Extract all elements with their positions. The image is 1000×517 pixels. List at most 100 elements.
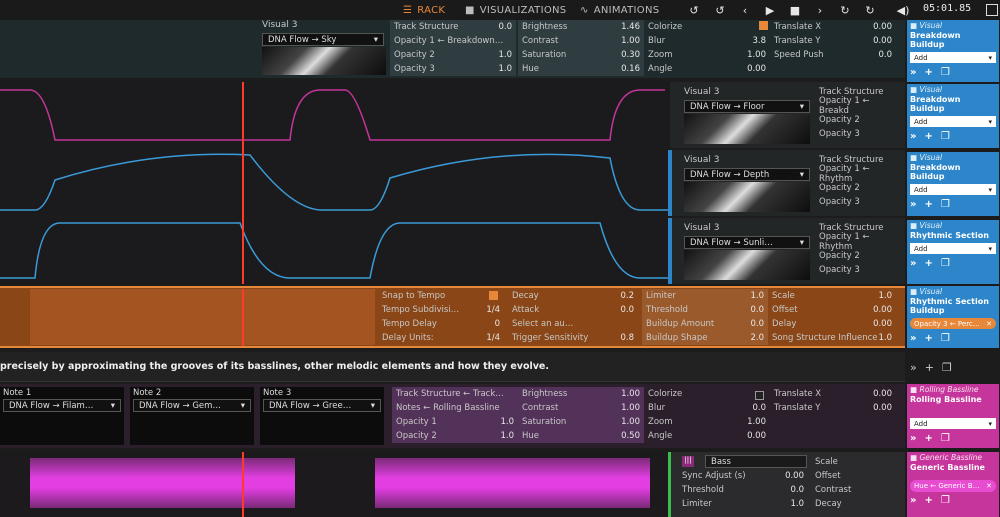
copy-icon[interactable]: ❐ [941,333,950,344]
mixer-icon[interactable] [986,4,998,16]
param-row[interactable]: Contrast 1.00 [518,401,644,415]
param-row[interactable]: Opacity 1 ← Breakdown… [390,34,516,48]
param-row[interactable]: Scale [811,455,903,469]
fast-forward-icon[interactable]: ↻ [862,2,878,18]
back-loop-icon[interactable]: ↺ [712,2,728,18]
param-row[interactable]: Limiter 1.0 [642,289,768,303]
param-row[interactable]: Attack 0.0 [508,303,638,317]
collapse-icon[interactable]: » [910,495,916,506]
param-row[interactable]: Select an au… [508,317,638,331]
param-row[interactable]: Tempo Subdivisi… 1/4 [378,303,504,317]
collapse-icon[interactable]: » [910,361,917,374]
side-card-3[interactable]: ■ Visual Breakdown Buildup Add ▾ » + ❐ [907,152,999,216]
param-row[interactable]: Colorize [644,387,770,401]
param-row[interactable]: Delay 0.00 [768,317,896,331]
param-row[interactable]: Opacity 1 ← Rhythm [815,232,905,252]
previous-icon[interactable]: ‹ [737,2,753,18]
param-row[interactable]: Contrast [811,483,903,497]
param-row[interactable]: Angle 0.00 [644,429,770,443]
colorize-checkbox[interactable] [759,21,768,33]
rewind-icon[interactable]: ↺ [686,2,702,18]
param-row[interactable]: Track Structure ← Track… [392,387,518,401]
note-selector[interactable]: DNA Flow → Gem… ▾ [133,399,251,412]
param-row[interactable]: Trigger Sensitivity 0.8 [508,331,638,345]
plus-icon[interactable]: + [924,333,932,344]
param-row[interactable]: Zoom 1.00 [644,415,770,429]
param-row[interactable]: Snap to Tempo [378,289,504,303]
param-row[interactable]: Zoom 1.00 [644,48,770,62]
param-row[interactable]: Opacity 3 [815,127,905,141]
param-row[interactable]: Scale 1.0 [768,289,896,303]
param-row[interactable]: Opacity 1 ← Breakd [815,96,905,116]
plus-icon[interactable]: + [924,495,932,506]
collapse-icon[interactable]: » [910,433,916,444]
stop-icon[interactable]: ■ [787,2,803,18]
visual-selector[interactable]: DNA Flow → Depth ▾ [684,168,810,181]
note-card[interactable]: Note 1 DNA Flow → Filam… ▾ [0,387,124,445]
param-row[interactable]: Limiter 1.0 [678,497,808,511]
visual-selector[interactable]: DNA Flow → Sunli… ▾ [684,236,810,249]
param-row[interactable]: Hue 0.50 [518,429,644,443]
param-row[interactable]: Opacity 3 [815,263,905,277]
collapse-icon[interactable]: » [910,131,916,142]
param-row[interactable]: Hue 0.16 [518,62,644,76]
collapse-icon[interactable]: » [910,333,916,344]
copy-icon[interactable]: ❐ [941,199,950,210]
collapse-icon[interactable]: » [910,67,916,78]
side-card-2[interactable]: ■ Visual Breakdown Buildup Add ▾ » + ❐ [907,84,999,148]
param-row[interactable]: Tempo Delay 0 [378,317,504,331]
param-row[interactable]: Translate X 0.00 [770,387,896,401]
param-row[interactable]: Brightness 1.00 [518,387,644,401]
param-row[interactable]: Sync Adjust (s) 0.00 [678,469,808,483]
copy-icon[interactable]: ❐ [941,433,950,444]
plus-icon[interactable]: + [924,131,932,142]
collapse-icon[interactable]: » [910,199,916,210]
copy-icon[interactable]: ❐ [941,495,950,506]
note-card[interactable]: Note 2 DNA Flow → Gem… ▾ [130,387,254,445]
plus-icon[interactable]: + [924,67,932,78]
param-row[interactable]: Decay [811,497,903,511]
playhead[interactable] [242,82,244,284]
side-card-4[interactable]: ■ Visual Rhythmic Section Add ▾ » + ❐ [907,220,999,284]
param-row[interactable]: Track Structure 0.0 [390,20,516,34]
forward-loop-icon[interactable]: ↻ [837,2,853,18]
param-row[interactable]: Translate X 0.00 [770,20,896,34]
band-selector[interactable]: Bass [705,455,807,468]
note-selector[interactable]: DNA Flow → Filam… ▾ [3,399,121,412]
add-dropdown[interactable]: Add ▾ [910,52,996,63]
param-row[interactable]: Delay Units: 1/4 [378,331,504,345]
plus-icon[interactable]: + [924,199,932,210]
param-row[interactable]: Saturation 1.00 [518,415,644,429]
param-row[interactable]: Speed Push 0.0 [770,48,896,62]
close-icon[interactable]: ✕ [986,482,992,490]
add-dropdown[interactable]: Add ▾ [910,184,996,195]
param-row[interactable]: Translate Y 0.00 [770,34,896,48]
side-card-1[interactable]: ■ Visual Breakdown Buildup Add ▾ » + ❐ [907,20,999,82]
colorize-checkbox[interactable] [755,391,764,403]
param-row[interactable]: Colorize [644,20,770,34]
add-dropdown[interactable]: Add ▾ [910,116,996,127]
param-row[interactable]: Angle 0.00 [644,62,770,76]
param-row[interactable]: Blur 0.0 [644,401,770,415]
add-dropdown[interactable]: Add ▾ [910,243,996,254]
param-row[interactable]: Threshold 0.0 [678,483,808,497]
param-row[interactable]: Song Structure Influence 1.0 [768,331,896,345]
param-row[interactable]: Opacity 2 1.0 [392,429,518,443]
modulation-chip[interactable]: Opacity 3 ← Perc… ✕ [910,318,996,329]
close-icon[interactable]: ✕ [986,320,992,328]
plus-icon[interactable]: + [925,361,934,374]
param-row[interactable]: Threshold 0.0 [642,303,768,317]
visual-selector[interactable]: DNA Flow → Floor ▾ [684,100,810,113]
param-row[interactable]: Blur 3.8 [644,34,770,48]
note-card[interactable]: Note 3 DNA Flow → Gree… ▾ [260,387,384,445]
side-card-6[interactable]: ■ Rolling Bassline Rolling Bassline Add ▾… [907,384,999,448]
side-card-5[interactable]: ■ Visual Rhythmic Section Buildup Opacit… [907,286,999,348]
param-row[interactable]: Notes ← Rolling Bassline [392,401,518,415]
tab-rack[interactable]: ☰ RACK [403,3,445,17]
snap-to-tempo-checkbox[interactable] [489,291,498,303]
add-dropdown[interactable]: Add ▾ [910,418,996,429]
param-row[interactable]: Opacity 2 1.0 [390,48,516,62]
param-row[interactable]: Opacity 3 1.0 [390,62,516,76]
plus-icon[interactable]: + [924,433,932,444]
param-row[interactable]: Opacity 3 [815,195,905,209]
